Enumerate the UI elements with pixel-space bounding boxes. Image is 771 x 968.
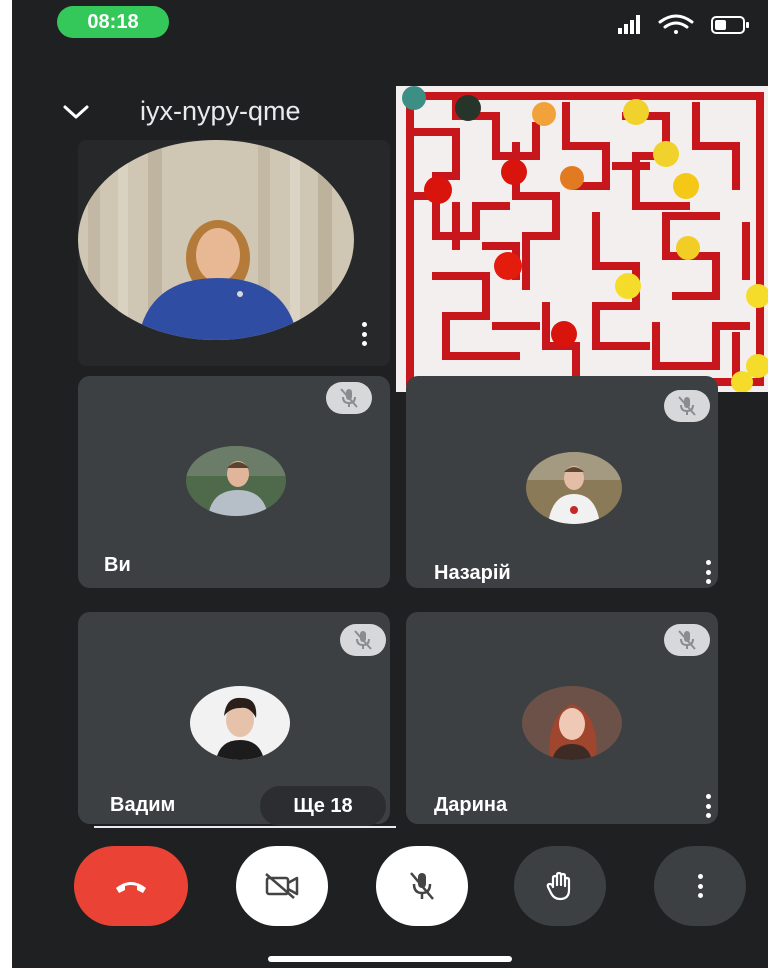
camera-toggle-button[interactable] [236, 846, 328, 926]
meeting-code: iyx-nypy-qme [140, 96, 301, 126]
avatar [190, 686, 290, 760]
mic-off-icon [340, 624, 386, 656]
status-time: 08:18 [57, 6, 169, 38]
cellular-signal-icon [618, 15, 640, 34]
chevron-down-icon[interactable] [56, 94, 96, 130]
participant-tile[interactable]: Ви [78, 376, 390, 588]
more-vert-icon [692, 872, 708, 900]
mic-off-icon [326, 382, 372, 414]
mic-off-icon [664, 624, 710, 656]
phone-hangup-icon [116, 882, 146, 893]
more-options-button[interactable] [654, 846, 746, 926]
mic-off-icon [410, 872, 434, 900]
participant-tile[interactable]: Назарій [406, 376, 718, 588]
raise-hand-icon [546, 871, 571, 901]
avatar [522, 686, 622, 760]
participant-name: Вадим [110, 794, 176, 816]
battery-icon [711, 16, 749, 34]
presenter-video [78, 140, 354, 340]
camera-off-icon [265, 873, 299, 899]
presenter-more-icon[interactable] [356, 320, 372, 348]
meet-screen: 08:18 iyx-nypy-qme Ви Назарій Вадим Дари… [12, 0, 768, 968]
end-call-button[interactable] [74, 846, 188, 926]
avatar [186, 446, 286, 516]
participant-tile[interactable]: Дарина [406, 612, 718, 824]
raise-hand-button[interactable] [514, 846, 606, 926]
shared-screen-maze [396, 86, 768, 392]
presenter-tile[interactable] [78, 140, 390, 366]
participant-name: Назарій [434, 562, 511, 584]
participant-name: Дарина [434, 794, 508, 816]
participant-name: Ви [104, 554, 131, 576]
home-indicator [268, 956, 512, 962]
mic-toggle-button[interactable] [376, 846, 468, 926]
wifi-icon [658, 14, 694, 34]
status-icons [616, 12, 756, 36]
more-vert-icon[interactable] [700, 792, 716, 820]
mic-off-icon [664, 390, 710, 422]
more-vert-icon[interactable] [700, 558, 716, 586]
more-participants-button[interactable]: Ще 18 [260, 786, 386, 826]
divider [94, 826, 396, 828]
avatar [526, 452, 622, 524]
